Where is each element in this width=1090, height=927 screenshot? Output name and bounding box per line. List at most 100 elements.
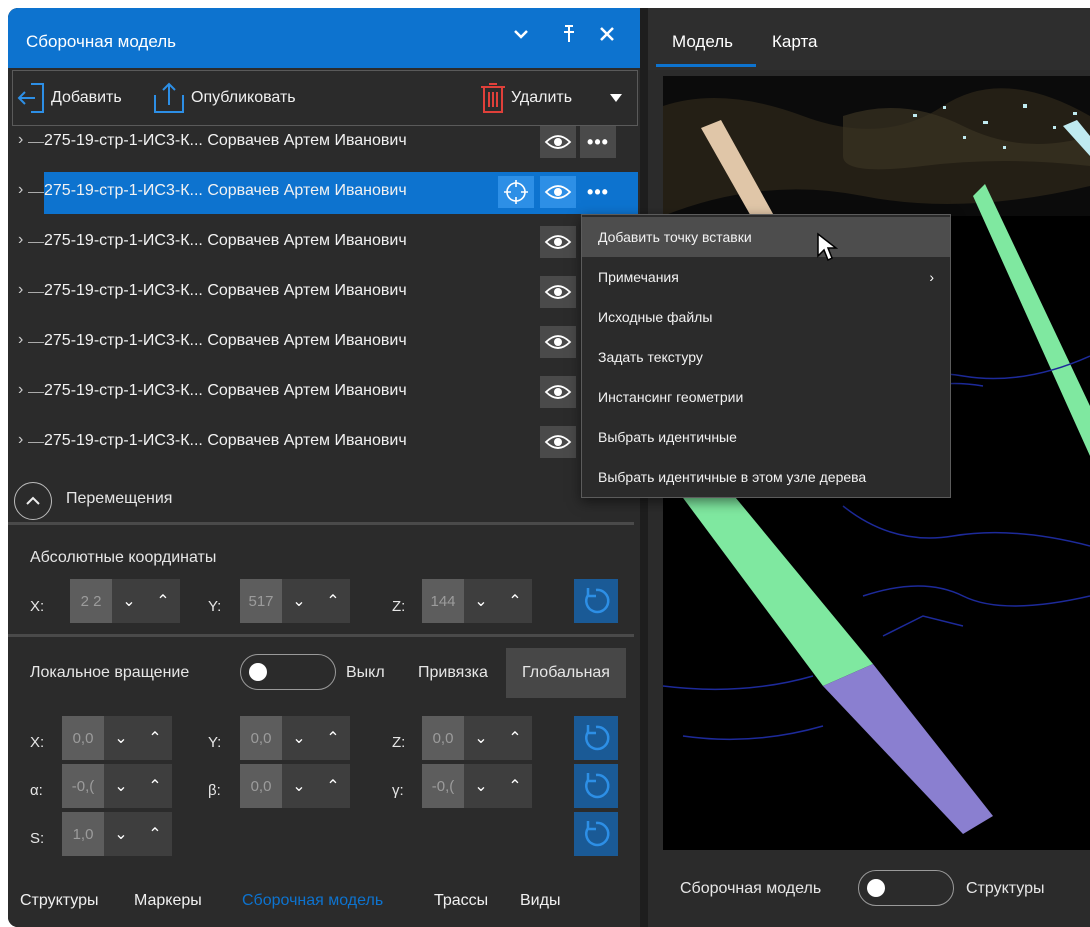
tree-row[interactable]: › 275-19-стр-1-ИС3-К... Сорвачев Артем И… [8,222,640,264]
tab-assembly-model[interactable]: Сборочная модель [242,892,383,910]
insertion-point-icon[interactable] [498,176,534,208]
chevron-up-icon[interactable]: ⌃ [498,579,532,623]
chevron-right-icon[interactable]: › [18,281,23,299]
tab-model[interactable]: Модель [672,32,733,52]
tab-views[interactable]: Виды [520,892,560,910]
abs-y-input[interactable]: 517 [240,579,282,623]
scale-input[interactable]: 1,0 [62,812,104,856]
reset-icon[interactable] [574,579,618,623]
tree-row-label: 275-19-стр-1-ИС3-К... Сорвачев Артем Ива… [44,432,407,450]
row-name: 275-19-стр-1-ИС3-К... [44,232,203,249]
chevron-down-icon[interactable]: ⌄ [112,579,146,623]
chevron-up-icon[interactable]: ⌃ [316,764,350,808]
chevron-up-icon[interactable]: ⌃ [498,716,532,760]
eye-icon[interactable] [540,276,576,308]
tree-row-label: 275-19-стр-1-ИС3-К... Сорвачев Артем Ива… [44,282,407,300]
chevron-down-icon[interactable]: ⌄ [282,716,316,760]
eye-icon[interactable] [540,226,576,258]
row-name: 275-19-стр-1-ИС3-К... [44,182,203,199]
tab-structures[interactable]: Структуры [20,892,99,910]
rot-y-input[interactable]: 0,0 [240,716,282,760]
chevron-up-icon[interactable]: ⌃ [498,764,532,808]
reset-icon[interactable] [574,716,618,760]
tree-row[interactable]: › 275-19-стр-1-ИС3-К... Сорвачев Артем И… [8,422,640,464]
chevron-right-icon[interactable]: › [18,131,23,149]
chevron-right-icon[interactable]: › [18,181,23,199]
chevron-up-icon[interactable] [14,482,52,520]
chevron-down-icon[interactable]: ⌄ [104,764,138,808]
beta-input[interactable]: 0,0 [240,764,282,808]
tree-row[interactable]: › 275-19-стр-1-ИС3-К... Сорвачев Артем И… [8,126,640,164]
more-options-icon[interactable]: ••• [580,176,616,208]
chevron-up-icon[interactable]: ⌃ [316,716,350,760]
toolbar-more-dropdown[interactable] [609,81,627,115]
reset-icon[interactable] [574,812,618,856]
snap-mode-button[interactable]: Глобальная [506,648,626,698]
chevron-up-icon[interactable]: ⌃ [316,579,350,623]
chevron-right-icon[interactable]: › [18,331,23,349]
chevron-down-icon[interactable]: ⌄ [282,579,316,623]
chevron-up-icon[interactable]: ⌃ [138,764,172,808]
chevron-right-icon[interactable]: › [18,381,23,399]
chevron-right-icon[interactable]: › [18,431,23,449]
gamma-spinner: -0,( ⌄ ⌃ [422,764,532,808]
menu-item-set-texture[interactable]: Задать текстуру [582,337,950,377]
chevron-up-icon[interactable]: ⌃ [138,716,172,760]
tab-map[interactable]: Карта [772,32,818,52]
gamma-input[interactable]: -0,( [422,764,464,808]
eye-icon[interactable] [540,426,576,458]
delete-button[interactable]: Удалить [479,81,572,115]
chevron-down-icon[interactable]: ⌄ [464,716,498,760]
tree-row-label: 275-19-стр-1-ИС3-К... Сорвачев Артем Ива… [44,382,407,400]
close-icon[interactable] [594,24,620,50]
more-options-icon[interactable]: ••• [580,126,616,158]
publish-button[interactable]: Опубликовать [151,81,296,115]
chevron-up-icon[interactable]: ⌃ [146,579,180,623]
toggle-state-label: Выкл [346,664,385,681]
menu-item-geometry-instancing[interactable]: Инстансинг геометрии [582,377,950,417]
viewer-tabs: Модель Карта [648,8,1090,70]
viewer-mode-toggle[interactable] [858,870,954,906]
chevron-down-icon[interactable]: ⌄ [104,716,138,760]
chevron-right-icon[interactable]: › [18,231,23,249]
eye-icon[interactable] [540,326,576,358]
tree-row[interactable]: › 275-19-стр-1-ИС3-К... Сорвачев Артем И… [8,272,640,314]
menu-item-notes[interactable]: Примечания › [582,257,950,297]
chevron-up-icon[interactable]: ⌃ [138,812,172,856]
add-button[interactable]: Добавить [17,81,122,115]
alpha-input[interactable]: -0,( [62,764,104,808]
tree-line [28,192,44,193]
tab-markers[interactable]: Маркеры [134,892,202,910]
local-rotation-toggle[interactable] [240,654,336,690]
pin-icon[interactable] [556,24,582,50]
menu-item-select-identical[interactable]: Выбрать идентичные [582,417,950,457]
eye-icon[interactable] [540,126,576,158]
menu-item-source-files[interactable]: Исходные файлы [582,297,950,337]
chevron-down-icon[interactable]: ⌄ [464,579,498,623]
tree-row[interactable]: › 275-19-стр-1-ИС3-К... Сорвачев Артем И… [8,322,640,364]
tree-line [28,242,44,243]
menu-item-add-insertion-point[interactable]: Добавить точку вставки [582,217,950,257]
move-section-title: Перемещения [66,490,173,507]
row-author: Сорвачев Артем Иванович [207,432,407,449]
rot-x-input[interactable]: 0,0 [62,716,104,760]
row-name: 275-19-стр-1-ИС3-К... [44,282,203,299]
rot-z-input[interactable]: 0,0 [422,716,464,760]
chevron-down-icon[interactable] [508,24,534,50]
move-section-header[interactable]: Перемещения [8,478,640,520]
abs-z-input[interactable]: 144 [422,579,464,623]
reset-icon[interactable] [574,764,618,808]
menu-item-select-identical-in-node[interactable]: Выбрать идентичные в этом узле дерева [582,457,950,497]
abs-x-input[interactable]: 2 2 [70,579,112,623]
chevron-down-icon[interactable]: ⌄ [464,764,498,808]
tree-row[interactable]: › 275-19-стр-1-ИС3-К... Сорвачев Артем И… [8,372,640,414]
tree-row-selected[interactable]: › 275-19-стр-1-ИС3-К... Сорвачев Артем И… [8,172,640,214]
menu-item-label: Инстансинг геометрии [598,389,744,405]
chevron-down-icon[interactable]: ⌄ [104,812,138,856]
y-label: Y: [208,598,222,615]
tab-routes[interactable]: Трассы [434,892,488,910]
eye-icon[interactable] [540,376,576,408]
chevron-down-icon[interactable]: ⌄ [282,764,316,808]
publish-icon [154,82,184,113]
eye-icon[interactable] [540,176,576,208]
